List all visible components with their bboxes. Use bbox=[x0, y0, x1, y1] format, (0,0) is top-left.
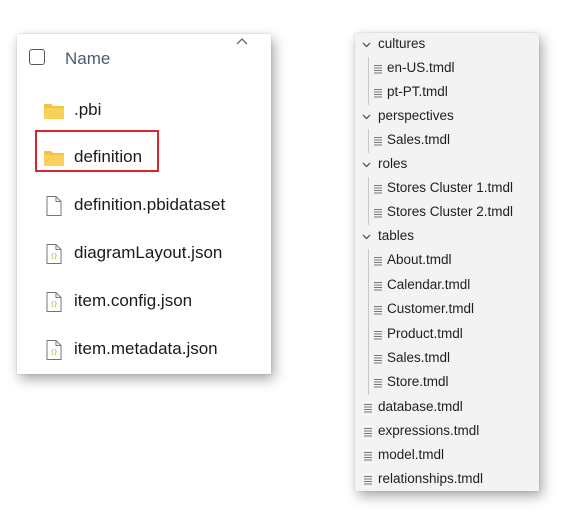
file-lines-icon bbox=[374, 257, 382, 266]
sort-ascending-icon[interactable] bbox=[235, 36, 249, 46]
tree-folder-perspectives[interactable]: perspectives bbox=[355, 105, 539, 129]
tree-file-label: Sales.tmdl bbox=[387, 132, 451, 147]
tree-file-sales[interactable]: Sales.tmdl bbox=[355, 347, 539, 371]
tmdl-folder-tree: cultures en-US.tmdl pt-PT.tmdl perspecti… bbox=[355, 33, 539, 491]
file-lines-icon bbox=[374, 137, 382, 146]
tree-file-label: Calendar.tmdl bbox=[387, 277, 471, 292]
tree-file-label: Customer.tmdl bbox=[387, 301, 475, 316]
file-icon bbox=[46, 196, 62, 216]
explorer-item-label: item.metadata.json bbox=[74, 339, 218, 358]
explorer-header: Name bbox=[17, 34, 271, 84]
explorer-item-label: definition.pbidataset bbox=[74, 195, 226, 214]
tree-file-label: relationships.tmdl bbox=[378, 471, 484, 486]
chevron-down-icon bbox=[362, 162, 371, 168]
tree-file-store[interactable]: Store.tmdl bbox=[355, 371, 539, 395]
tree-file-product[interactable]: Product.tmdl bbox=[355, 323, 539, 347]
tree-file-label: pt-PT.tmdl bbox=[387, 84, 448, 99]
select-all-checkbox[interactable] bbox=[29, 49, 45, 65]
svg-text:{}: {} bbox=[50, 349, 57, 356]
tree-file-label: database.tmdl bbox=[378, 399, 463, 414]
explorer-item-pbi[interactable]: .pbi bbox=[17, 92, 271, 128]
tree-file-calendar[interactable]: Calendar.tmdl bbox=[355, 274, 539, 298]
tree-file-label: en-US.tmdl bbox=[387, 60, 455, 75]
tree-folder-roles[interactable]: roles bbox=[355, 153, 539, 177]
tree-file-label: expressions.tmdl bbox=[378, 423, 480, 438]
tree-file-relationships[interactable]: relationships.tmdl bbox=[355, 468, 539, 492]
explorer-item-label: definition bbox=[74, 147, 143, 166]
tree-folder-tables[interactable]: tables bbox=[355, 225, 539, 249]
tree-file-label: Sales.tmdl bbox=[387, 350, 451, 365]
chevron-down-icon bbox=[362, 42, 371, 48]
tree-file-label: model.tmdl bbox=[378, 447, 445, 462]
tree-file-database[interactable]: database.tmdl bbox=[355, 396, 539, 420]
json-file-icon: {} bbox=[46, 340, 62, 360]
tree-folder-label: perspectives bbox=[378, 108, 454, 123]
tree-file-perspective-sales[interactable]: Sales.tmdl bbox=[355, 129, 539, 153]
tree-file-label: Stores Cluster 1.tmdl bbox=[387, 180, 514, 195]
explorer-item-label: diagramLayout.json bbox=[74, 243, 223, 262]
tree-folder-label: roles bbox=[378, 156, 408, 171]
explorer-item-item-config-json[interactable]: {} item.config.json bbox=[17, 283, 271, 319]
file-lines-icon bbox=[364, 404, 372, 413]
folder-icon bbox=[44, 151, 64, 166]
tree-file-label: About.tmdl bbox=[387, 252, 452, 267]
tree-file-stores-cluster-2[interactable]: Stores Cluster 2.tmdl bbox=[355, 201, 539, 225]
file-lines-icon bbox=[374, 379, 382, 388]
explorer-item-definition-pbidataset[interactable]: definition.pbidataset bbox=[17, 187, 271, 223]
file-lines-icon bbox=[364, 428, 372, 437]
tree-file-label: Store.tmdl bbox=[387, 374, 449, 389]
file-lines-icon bbox=[374, 306, 382, 315]
tree-folder-label: cultures bbox=[378, 36, 426, 51]
file-lines-icon bbox=[374, 65, 382, 74]
tree-file-en-us[interactable]: en-US.tmdl bbox=[355, 57, 539, 81]
tree-folder-label: tables bbox=[378, 228, 415, 243]
folder-icon bbox=[44, 104, 64, 119]
chevron-down-icon bbox=[362, 234, 371, 240]
chevron-down-icon bbox=[362, 114, 371, 120]
explorer-item-label: item.config.json bbox=[74, 291, 193, 310]
tree-file-pt-pt[interactable]: pt-PT.tmdl bbox=[355, 81, 539, 105]
file-lines-icon bbox=[374, 185, 382, 194]
file-lines-icon bbox=[374, 355, 382, 364]
tree-file-customer[interactable]: Customer.tmdl bbox=[355, 298, 539, 322]
explorer-item-item-metadata-json[interactable]: {} item.metadata.json bbox=[17, 331, 271, 367]
file-lines-icon bbox=[364, 452, 372, 461]
tree-file-label: Stores Cluster 2.tmdl bbox=[387, 204, 514, 219]
svg-text:{}: {} bbox=[50, 301, 57, 308]
explorer-item-label: .pbi bbox=[74, 100, 102, 119]
tree-file-model[interactable]: model.tmdl bbox=[355, 444, 539, 468]
explorer-item-definition[interactable]: definition bbox=[17, 139, 271, 175]
tree-folder-cultures[interactable]: cultures bbox=[355, 33, 539, 57]
explorer-item-diagramlayout-json[interactable]: {} diagramLayout.json bbox=[17, 235, 271, 271]
name-column-header[interactable]: Name bbox=[65, 49, 110, 69]
tree-file-about[interactable]: About.tmdl bbox=[355, 249, 539, 273]
file-lines-icon bbox=[364, 476, 372, 485]
tree-file-stores-cluster-1[interactable]: Stores Cluster 1.tmdl bbox=[355, 177, 539, 201]
json-file-icon: {} bbox=[46, 244, 62, 264]
file-lines-icon bbox=[374, 209, 382, 218]
tree-file-label: Product.tmdl bbox=[387, 326, 463, 341]
svg-text:{}: {} bbox=[50, 253, 57, 260]
tree-file-expressions[interactable]: expressions.tmdl bbox=[355, 420, 539, 444]
json-file-icon: {} bbox=[46, 292, 62, 312]
file-lines-icon bbox=[374, 89, 382, 98]
file-explorer-panel: Name .pbi definition definition.pbidatas… bbox=[17, 34, 271, 374]
file-lines-icon bbox=[374, 331, 382, 340]
file-lines-icon bbox=[374, 282, 382, 291]
